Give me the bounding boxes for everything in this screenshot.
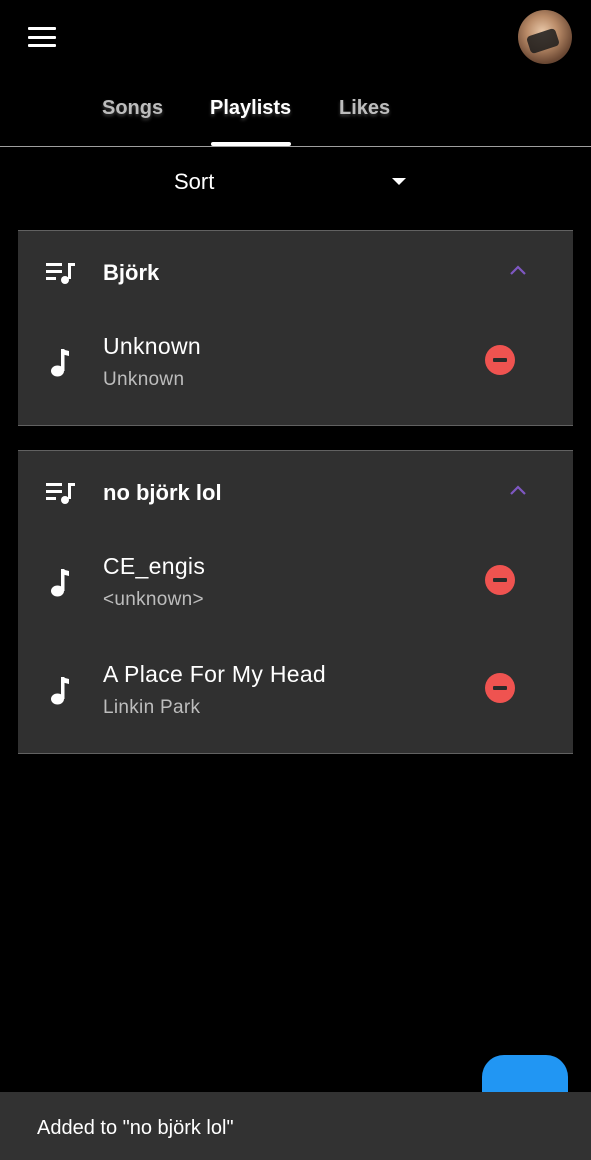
snackbar: Added to "no björk lol" [0, 1092, 591, 1160]
song-artist: Unknown [103, 369, 185, 390]
snackbar-message: Added to "no björk lol" [37, 1117, 234, 1139]
tab-playlists[interactable]: Playlists [210, 97, 291, 120]
song-title: Unknown [103, 333, 201, 359]
playlist-card: Björk Unknown Unknown [18, 230, 573, 426]
chevron-up-icon[interactable] [508, 263, 528, 277]
tab-likes[interactable]: Likes [339, 97, 390, 120]
tab-bar: Songs Playlists Likes [0, 75, 591, 147]
music-note-icon [51, 677, 69, 705]
menu-icon[interactable] [28, 27, 56, 47]
tab-indicator [211, 142, 291, 146]
music-note-icon [51, 569, 69, 597]
sort-label: Sort [174, 169, 215, 194]
arrow-drop-down-icon [392, 178, 406, 185]
playlist-music-icon [46, 483, 75, 504]
song-artist: <unknown> [103, 589, 204, 610]
remove-circle-icon[interactable] [485, 565, 515, 595]
playlist-title: Björk [103, 260, 160, 285]
playlist-title: no björk lol [103, 480, 222, 505]
playlist-music-icon [46, 263, 75, 284]
remove-circle-icon[interactable] [485, 345, 515, 375]
song-title: CE_engis [103, 553, 206, 579]
app-bar [0, 0, 591, 75]
song-row[interactable]: CE_engis <unknown> [18, 535, 573, 643]
song-artist: Linkin Park [103, 697, 201, 718]
playlist-card: no björk lol CE_engis <unknown> A Place … [18, 450, 573, 754]
sort-dropdown[interactable]: Sort [174, 165, 414, 199]
playlist-header[interactable]: Björk [18, 231, 573, 315]
tab-songs[interactable]: Songs [102, 97, 163, 120]
user-avatar[interactable] [518, 10, 572, 64]
song-title: A Place For My Head [103, 661, 327, 687]
chevron-up-icon[interactable] [508, 483, 528, 497]
playlist-header[interactable]: no björk lol [18, 451, 573, 535]
remove-circle-icon[interactable] [485, 673, 515, 703]
music-note-icon [51, 349, 69, 377]
song-row[interactable]: A Place For My Head Linkin Park [18, 643, 573, 751]
song-row[interactable]: Unknown Unknown [18, 315, 573, 423]
